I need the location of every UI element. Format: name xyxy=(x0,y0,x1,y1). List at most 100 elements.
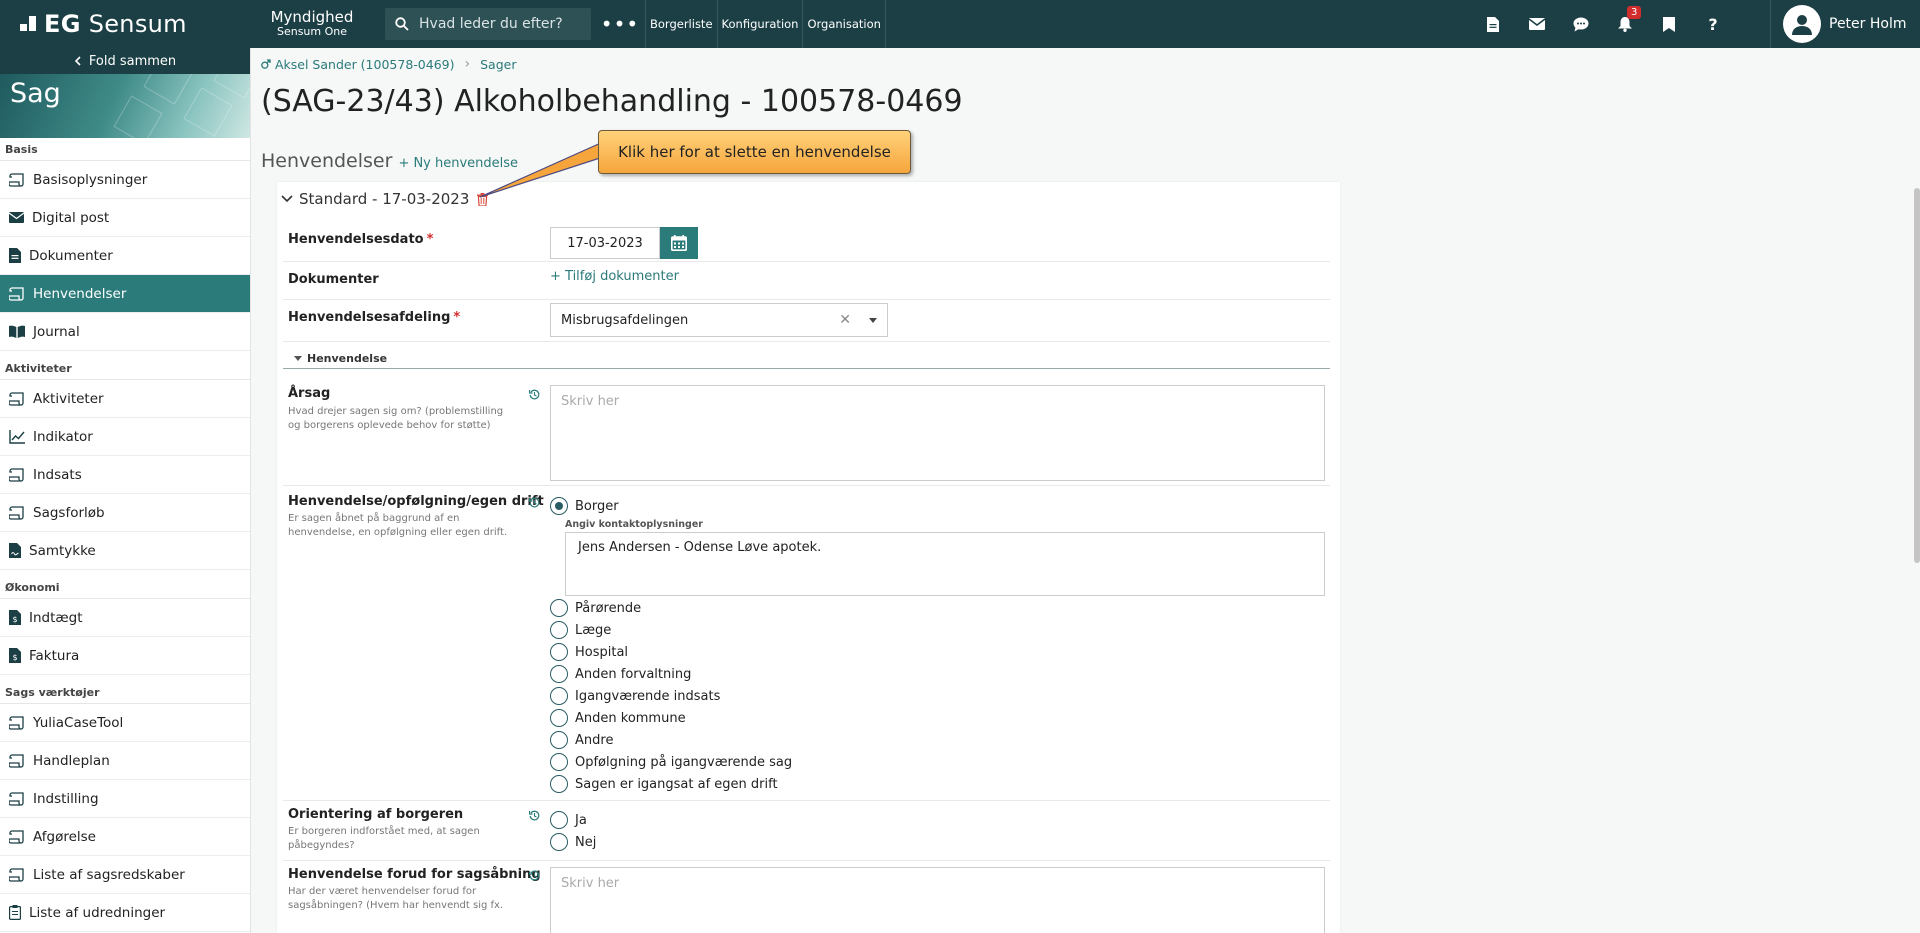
sidebar-item-label: Dokumenter xyxy=(29,247,113,264)
mail-button[interactable] xyxy=(1515,0,1559,48)
app-switcher[interactable]: Myndighed Sensum One xyxy=(251,8,373,39)
history-icon[interactable] xyxy=(529,870,540,881)
svg-text:$: $ xyxy=(12,615,17,624)
radio-ja[interactable]: Ja xyxy=(550,811,587,829)
document-button[interactable] xyxy=(1471,0,1515,48)
sidebar-section-aktiviteter: Aktiviteter xyxy=(0,357,250,380)
radio-opfoelgning[interactable]: Opfølgning på igangværende sag xyxy=(550,753,792,771)
sidebar-item-dokumenter[interactable]: Dokumenter xyxy=(0,237,250,275)
sidebar-item-basisoplysninger[interactable]: Basisoplysninger xyxy=(0,161,250,199)
date-input[interactable]: 17-03-2023 xyxy=(550,227,660,259)
nav-link-borgerliste[interactable]: Borgerliste xyxy=(645,0,717,48)
radio-laege[interactable]: Læge xyxy=(550,621,611,639)
date-label: Henvendelsesdato * xyxy=(288,232,434,247)
sidebar-item-indtaegt[interactable]: $ Indtægt xyxy=(0,599,250,637)
prior-textarea[interactable]: Skriv her xyxy=(550,867,1325,933)
sidebar-item-label: Afgørelse xyxy=(33,828,96,845)
sidebar-item-journal[interactable]: Journal xyxy=(0,313,250,351)
bookmark-button[interactable] xyxy=(1647,0,1691,48)
nav-link-organisation[interactable]: Organisation xyxy=(802,0,886,48)
sidebar-item-liste-af-sagsredskaber[interactable]: Liste af sagsredskaber xyxy=(0,856,250,894)
history-icon[interactable] xyxy=(529,810,540,821)
breadcrumb-person[interactable]: Aksel Sander (100578-0469) xyxy=(261,57,454,72)
global-search[interactable] xyxy=(385,8,591,40)
sidebar-item-handleplan[interactable]: Handleplan xyxy=(0,742,250,780)
sidebar-banner-title: Sag xyxy=(10,78,61,109)
radio-label: Borger xyxy=(575,498,619,514)
sidebar-item-indstilling[interactable]: Indstilling xyxy=(0,780,250,818)
callout-tooltip: Klik her for at slette en henvendelse xyxy=(598,130,911,174)
radio-label: Nej xyxy=(575,834,597,850)
breadcrumb-section[interactable]: Sager xyxy=(480,57,516,72)
sidebar-item-indikator[interactable]: Indikator xyxy=(0,418,250,456)
app-subtitle: Sensum One xyxy=(276,25,348,39)
sidebar-item-samtykke[interactable]: Samtykke xyxy=(0,532,250,570)
sidebar-item-digital-post[interactable]: Digital post xyxy=(0,199,250,237)
sidebar-item-sagsforloeb[interactable]: Sagsforløb xyxy=(0,494,250,532)
radio-anden-kommune[interactable]: Anden kommune xyxy=(550,709,686,727)
radio-anden-forvaltning[interactable]: Anden forvaltning xyxy=(550,665,691,683)
contact-label: Angiv kontaktoplysninger xyxy=(565,519,703,530)
scroll-icon xyxy=(9,753,24,768)
subsection-header[interactable]: Henvendelse xyxy=(294,352,387,365)
field-row-orientation: Orientering af borgeren Er borgeren indf… xyxy=(283,801,1330,861)
sidebar-item-label: Basisoplysninger xyxy=(33,171,148,188)
radio-hospital[interactable]: Hospital xyxy=(550,643,628,661)
department-value: Misbrugsafdelingen xyxy=(561,312,689,328)
radio-andre[interactable]: Andre xyxy=(550,731,613,749)
scrollbar[interactable] xyxy=(1914,188,1920,563)
radio-icon xyxy=(550,643,568,661)
sidebar-banner: Sag xyxy=(0,74,250,138)
sidebar-item-faktura[interactable]: $ Faktura xyxy=(0,637,250,675)
chevron-down-icon[interactable] xyxy=(281,195,293,203)
add-documents-link[interactable]: + Tilføj dokumenter xyxy=(550,269,679,284)
subsection-title: Henvendelse xyxy=(307,352,388,365)
more-menu-button[interactable]: ••• xyxy=(595,14,645,34)
sidebar: Fold sammen Sag Basis Basisoplysninger D… xyxy=(0,48,251,933)
eg-sensum-logo[interactable]: EG Sensum xyxy=(0,0,251,48)
history-icon[interactable] xyxy=(529,497,540,508)
top-nav: Borgerliste Konfiguration Organisation xyxy=(645,0,886,48)
radio-igangvaerende-indsats[interactable]: Igangværende indsats xyxy=(550,687,720,705)
sidebar-item-henvendelser[interactable]: Henvendelser xyxy=(0,275,250,313)
date-picker-button[interactable] xyxy=(660,227,698,259)
nav-link-konfiguration[interactable]: Konfiguration xyxy=(716,0,803,48)
question-mark-icon: ? xyxy=(1708,14,1718,34)
cause-textarea[interactable]: Skriv her xyxy=(550,385,1325,481)
sidebar-item-liste-af-udredninger[interactable]: Liste af udredninger xyxy=(0,894,250,932)
radio-icon xyxy=(550,687,568,705)
radio-nej[interactable]: Nej xyxy=(550,833,596,851)
notification-badge: 3 xyxy=(1627,6,1642,19)
chevron-left-icon xyxy=(74,56,81,66)
clear-icon[interactable]: ✕ xyxy=(839,312,851,328)
chat-button[interactable] xyxy=(1559,0,1603,48)
callout-pointer xyxy=(479,141,603,198)
fold-sidebar-button[interactable]: Fold sammen xyxy=(0,48,250,74)
sidebar-item-indsats[interactable]: Indsats xyxy=(0,456,250,494)
app-title: Myndighed xyxy=(270,8,354,27)
radio-borger[interactable]: Borger xyxy=(550,497,619,515)
user-menu[interactable]: Peter Holm xyxy=(1770,0,1920,48)
breadcrumb: Aksel Sander (100578-0469) › Sager xyxy=(261,56,516,72)
sidebar-item-yuliacasetool[interactable]: YuliaCaseTool xyxy=(0,704,250,742)
contact-textarea[interactable]: Jens Andersen - Odense Løve apotek. xyxy=(565,532,1325,596)
sidebar-item-afgoerelse[interactable]: Afgørelse xyxy=(0,818,250,856)
sidebar-item-label: Indtægt xyxy=(29,609,83,626)
logo-product: Sensum xyxy=(88,10,187,38)
radio-icon xyxy=(550,753,568,771)
chat-icon xyxy=(1573,17,1589,31)
history-icon[interactable] xyxy=(529,389,540,400)
help-button[interactable]: ? xyxy=(1691,0,1735,48)
caret-down-icon[interactable] xyxy=(869,318,877,323)
sidebar-item-label: Sagsforløb xyxy=(33,504,105,521)
radio-egen-drift[interactable]: Sagen er igangsat af egen drift xyxy=(550,775,778,793)
radio-paaroerende[interactable]: Pårørende xyxy=(550,599,641,617)
department-select[interactable]: Misbrugsafdelingen ✕ xyxy=(550,303,888,337)
radio-label: Anden forvaltning xyxy=(575,666,692,682)
radio-selected-icon xyxy=(550,497,568,515)
line-chart-icon xyxy=(9,429,25,444)
caret-down-icon xyxy=(294,356,302,361)
notifications-button[interactable]: 3 xyxy=(1603,0,1647,48)
search-input[interactable] xyxy=(419,16,569,32)
sidebar-item-aktiviteter[interactable]: Aktiviteter xyxy=(0,380,250,418)
